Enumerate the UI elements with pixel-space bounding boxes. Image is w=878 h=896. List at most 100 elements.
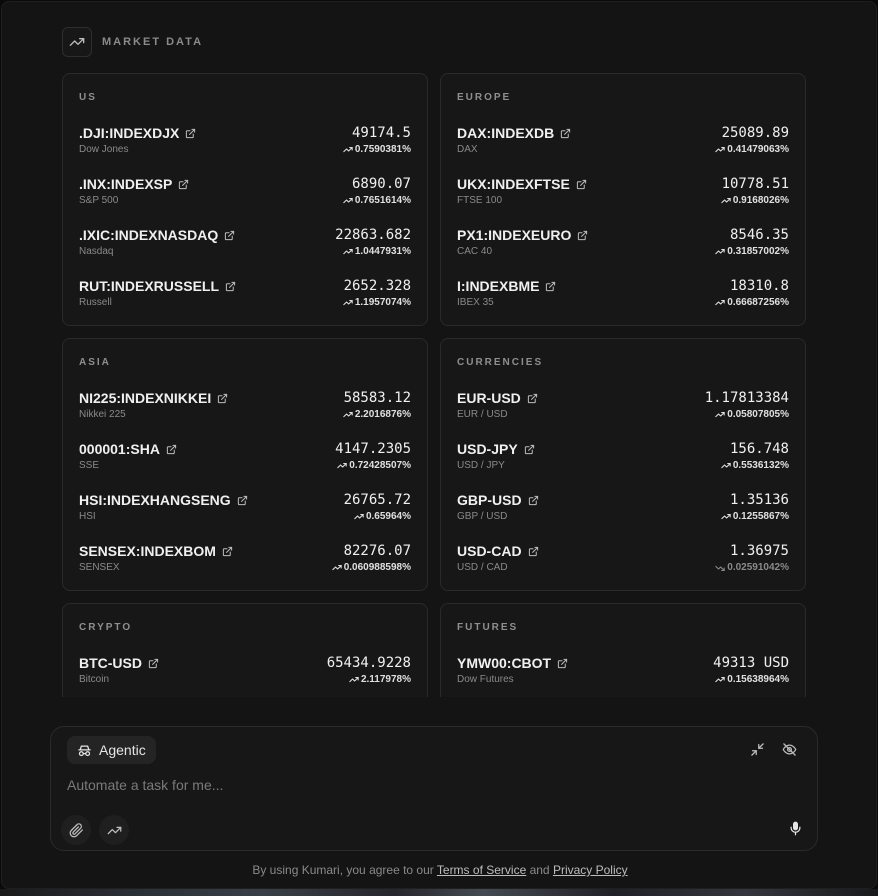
symbol-link[interactable]: USD-CAD: [457, 543, 539, 559]
symbol-link[interactable]: NI225:INDEXNIKKEI: [79, 390, 228, 406]
change-value: 0.7651614%: [343, 195, 411, 206]
symbol-link[interactable]: SENSEX:INDEXBOM: [79, 543, 233, 559]
microphone-icon: [788, 821, 803, 836]
market-row[interactable]: PX1:INDEXEURO CAC 40 8546.35 0.31857002%: [457, 227, 789, 267]
incognito-icon: [77, 743, 92, 758]
symbol-link[interactable]: BTC-USD: [79, 655, 159, 671]
symbol-link[interactable]: .INX:INDEXSP: [79, 176, 189, 192]
terms-of-service-link[interactable]: Terms of Service: [437, 863, 526, 877]
change-percent: 0.7651614%: [354, 195, 411, 206]
market-data-button[interactable]: [99, 815, 129, 845]
external-link-icon: [545, 281, 556, 292]
external-link-icon: [528, 546, 539, 557]
trending-up-icon: [354, 513, 364, 521]
symbol-text: .INX:INDEXSP: [79, 176, 173, 192]
market-row[interactable]: UKX:INDEXFTSE FTSE 100 10778.51 0.9168026%: [457, 176, 789, 216]
terms-footer: By using Kumari, you agree to our Terms …: [2, 863, 876, 877]
symbol-link[interactable]: USD-JPY: [457, 441, 535, 457]
attach-button[interactable]: [61, 815, 91, 845]
card-title: EUROPE: [457, 92, 512, 103]
change-percent: 0.05807805%: [727, 409, 789, 420]
change-percent: 2.117978%: [360, 674, 411, 685]
market-row[interactable]: .INX:INDEXSP S&P 500 6890.07 0.7651614%: [79, 176, 411, 216]
market-row[interactable]: USD-JPY USD / JPY 156.748 0.5536132%: [457, 441, 789, 481]
instrument-name: SSE: [79, 460, 100, 471]
price-value: 25089.89: [721, 125, 789, 141]
external-link-icon: [222, 546, 233, 557]
price-value: 18310.8: [729, 278, 789, 294]
market-row[interactable]: RUT:INDEXRUSSELL Russell 2652.328 1.1957074…: [79, 278, 411, 318]
symbol-text: USD-CAD: [457, 543, 522, 559]
change-value: 0.15638964%: [715, 674, 789, 685]
symbol-link[interactable]: 000001:SHA: [79, 441, 177, 457]
market-row[interactable]: USD-CAD USD / CAD 1.36975 0.02591042%: [457, 543, 789, 583]
instrument-name: Dow Jones: [79, 144, 129, 155]
footer-text: By using Kumari, you agree to our: [252, 863, 437, 877]
change-percent: 0.5536132%: [732, 460, 789, 471]
trending-up-icon: [343, 146, 353, 154]
external-link-icon: [224, 230, 235, 241]
trending-up-icon: [721, 197, 731, 205]
symbol-link[interactable]: RUT:INDEXRUSSELL: [79, 278, 236, 294]
external-link-icon: [237, 495, 248, 506]
symbol-text: RUT:INDEXRUSSELL: [79, 278, 220, 294]
symbol-link[interactable]: .IXIC:INDEXNASDAQ: [79, 227, 235, 243]
symbol-link[interactable]: UKX:INDEXFTSE: [457, 176, 587, 192]
market-row[interactable]: DAX:INDEXDB DAX 25089.89 0.41479063%: [457, 125, 789, 165]
instrument-name: GBP / USD: [457, 511, 508, 522]
external-link-icon: [576, 179, 587, 190]
symbol-link[interactable]: GBP-USD: [457, 492, 539, 508]
market-row[interactable]: NI225:INDEXNIKKEI Nikkei 225 58583.12 2.201…: [79, 390, 411, 430]
external-link-icon: [527, 393, 538, 404]
market-row[interactable]: YMW00:CBOT Dow Futures 49313 USD 0.15638964…: [457, 655, 789, 695]
symbol-text: BTC-USD: [79, 655, 142, 671]
change-percent: 2.2016876%: [354, 409, 411, 420]
symbol-text: DAX:INDEXDB: [457, 125, 555, 141]
symbol-link[interactable]: EUR-USD: [457, 390, 538, 406]
microphone-button[interactable]: [787, 820, 803, 836]
market-row[interactable]: 000001:SHA SSE 4147.2305 0.72428507%: [79, 441, 411, 481]
eye-off-icon[interactable]: [781, 741, 797, 757]
agentic-mode-button[interactable]: Agentic: [67, 736, 156, 764]
trending-up-icon: [343, 411, 353, 419]
symbol-link[interactable]: PX1:INDEXEURO: [457, 227, 588, 243]
symbol-link[interactable]: DAX:INDEXDB: [457, 125, 571, 141]
change-value: 0.72428507%: [337, 460, 411, 471]
price-value: 22863.682: [335, 227, 411, 243]
market-row[interactable]: EUR-USD EUR / USD 1.17813384 0.05807805%: [457, 390, 789, 430]
privacy-policy-link[interactable]: Privacy Policy: [553, 863, 628, 877]
market-row[interactable]: .IXIC:INDEXNASDAQ Nasdaq 22863.682 1.044793…: [79, 227, 411, 267]
trending-up-icon: [715, 146, 725, 154]
market-row[interactable]: .DJI:INDEXDJX Dow Jones 49174.5 0.7590381%: [79, 125, 411, 165]
change-value: 0.05807805%: [715, 409, 789, 420]
symbol-text: GBP-USD: [457, 492, 522, 508]
minimize-icon[interactable]: [749, 741, 765, 757]
symbol-text: USD-JPY: [457, 441, 518, 457]
market-row[interactable]: I:INDEXBME IBEX 35 18310.8 0.66687256%: [457, 278, 789, 318]
market-data-panel[interactable]: MARKET DATA US .DJI:INDEXDJX Dow Jones 4917…: [2, 2, 876, 697]
market-row[interactable]: SENSEX:INDEXBOM SENSEX 82276.07 0.060988598…: [79, 543, 411, 583]
change-value: 2.117978%: [349, 674, 411, 685]
price-value: 1.35136: [729, 492, 789, 508]
trending-up-icon: [715, 676, 725, 684]
paperclip-icon: [69, 822, 84, 838]
prompt-input[interactable]: [67, 777, 767, 793]
change-value: 2.2016876%: [343, 409, 411, 420]
market-row[interactable]: GBP-USD GBP / USD 1.35136 0.1255867%: [457, 492, 789, 532]
external-link-icon: [166, 444, 177, 455]
price-value: 8546.35: [729, 227, 789, 243]
trending-up-icon: [721, 513, 731, 521]
background-strip: [0, 889, 878, 896]
symbol-link[interactable]: I:INDEXBME: [457, 278, 556, 294]
change-percent: 0.02591042%: [727, 562, 789, 573]
external-link-icon: [148, 658, 159, 669]
market-row[interactable]: BTC-USD Bitcoin 65434.9228 2.117978%: [79, 655, 411, 695]
trending-up-icon: [62, 27, 92, 57]
symbol-link[interactable]: .DJI:INDEXDJX: [79, 125, 196, 141]
market-row[interactable]: HSI:INDEXHANGSENG HSI 26765.72 0.65964%: [79, 492, 411, 532]
symbol-link[interactable]: YMW00:CBOT: [457, 655, 568, 671]
instrument-name: Nasdaq: [79, 246, 114, 257]
mode-label: Agentic: [99, 742, 146, 758]
change-value: 0.060988598%: [331, 562, 411, 573]
symbol-link[interactable]: HSI:INDEXHANGSENG: [79, 492, 248, 508]
